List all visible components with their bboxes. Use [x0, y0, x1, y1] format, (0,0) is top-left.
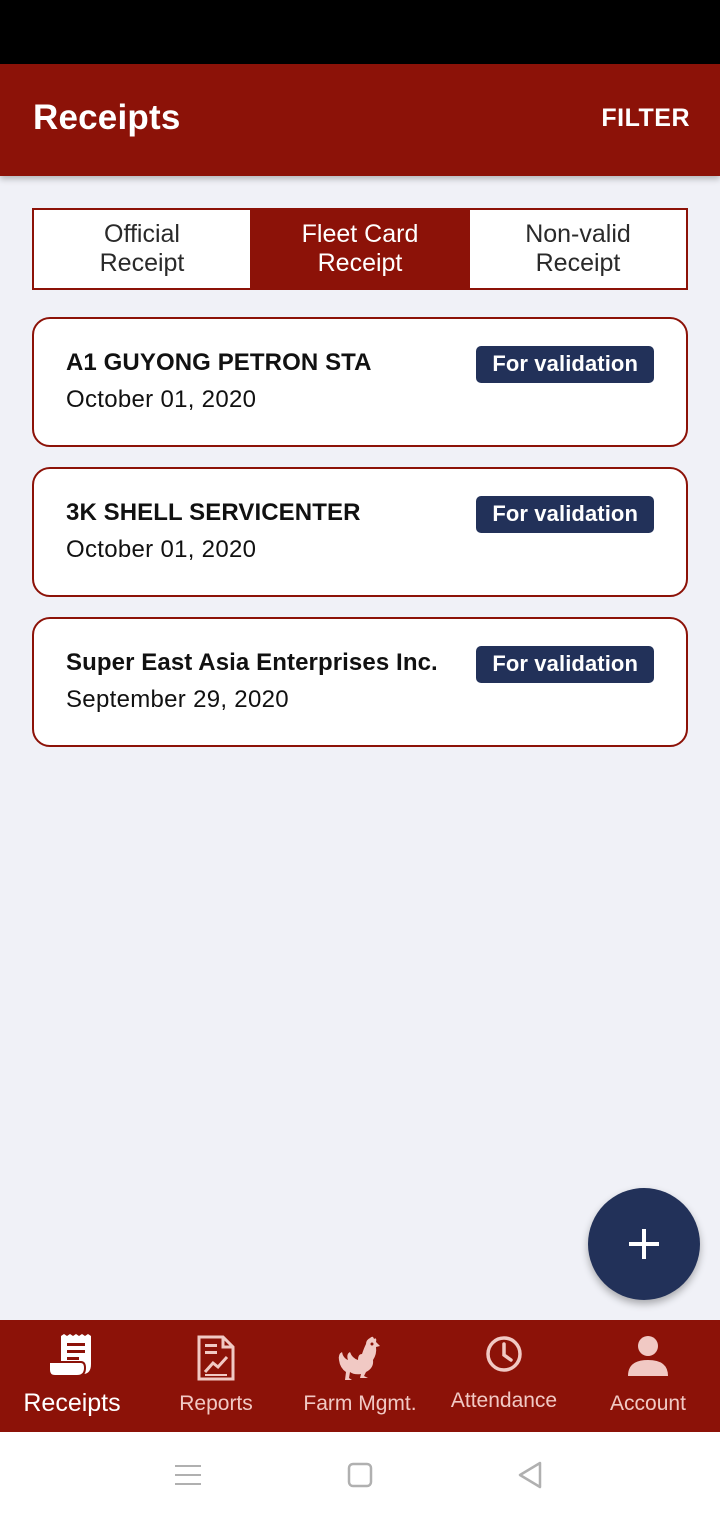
receipt-date: October 01, 2020: [66, 536, 257, 563]
status-badge: For validation: [476, 346, 654, 383]
receipt-station-name: A1 GUYONG PETRON STA: [66, 349, 372, 376]
system-navigation-bar: [0, 1432, 720, 1520]
receipt-date: October 01, 2020: [66, 386, 257, 413]
receipt-station-name: 3K SHELL SERVICENTER: [66, 499, 361, 526]
tab-non-valid-receipt[interactable]: Non-valid Receipt: [468, 210, 686, 288]
status-badge: For validation: [476, 646, 654, 683]
back-icon[interactable]: [516, 1460, 544, 1490]
filter-button[interactable]: FILTER: [601, 104, 690, 133]
add-receipt-button[interactable]: [588, 1188, 700, 1300]
receipt-station-name: Super East Asia Enterprises Inc.: [66, 649, 438, 676]
tab-fleet-card-receipt[interactable]: Fleet Card Receipt: [250, 210, 468, 288]
nav-account[interactable]: Account: [576, 1320, 720, 1432]
app-bar: Receipts FILTER: [0, 64, 720, 176]
person-icon: [628, 1336, 668, 1376]
nav-receipts[interactable]: Receipts: [0, 1320, 144, 1432]
home-icon[interactable]: [346, 1460, 374, 1490]
menu-icon[interactable]: [174, 1460, 202, 1490]
receipt-card[interactable]: Super East Asia Enterprises Inc. Septemb…: [32, 617, 688, 747]
clock-icon: [486, 1336, 522, 1372]
report-icon: [197, 1335, 235, 1381]
tab-official-receipt[interactable]: Official Receipt: [34, 210, 250, 288]
chicken-icon: [338, 1336, 380, 1380]
plus-icon: [629, 1229, 659, 1259]
receipt-card[interactable]: 3K SHELL SERVICENTER October 01, 2020 Fo…: [32, 467, 688, 597]
bottom-navigation: Receipts Reports Farm Mgmt. Attendance A…: [0, 1320, 720, 1432]
page-title: Receipts: [33, 98, 181, 137]
nav-farm-mgmt[interactable]: Farm Mgmt.: [288, 1320, 432, 1432]
nav-reports[interactable]: Reports: [144, 1320, 288, 1432]
nav-attendance[interactable]: Attendance: [432, 1320, 576, 1432]
receipt-type-tabs: Official Receipt Fleet Card Receipt Non-va…: [32, 208, 688, 290]
receipt-icon: [48, 1334, 91, 1377]
status-bar: [0, 0, 720, 64]
status-badge: For validation: [476, 496, 654, 533]
receipt-date: September 29, 2020: [66, 686, 289, 713]
receipt-card[interactable]: A1 GUYONG PETRON STA October 01, 2020 Fo…: [32, 317, 688, 447]
